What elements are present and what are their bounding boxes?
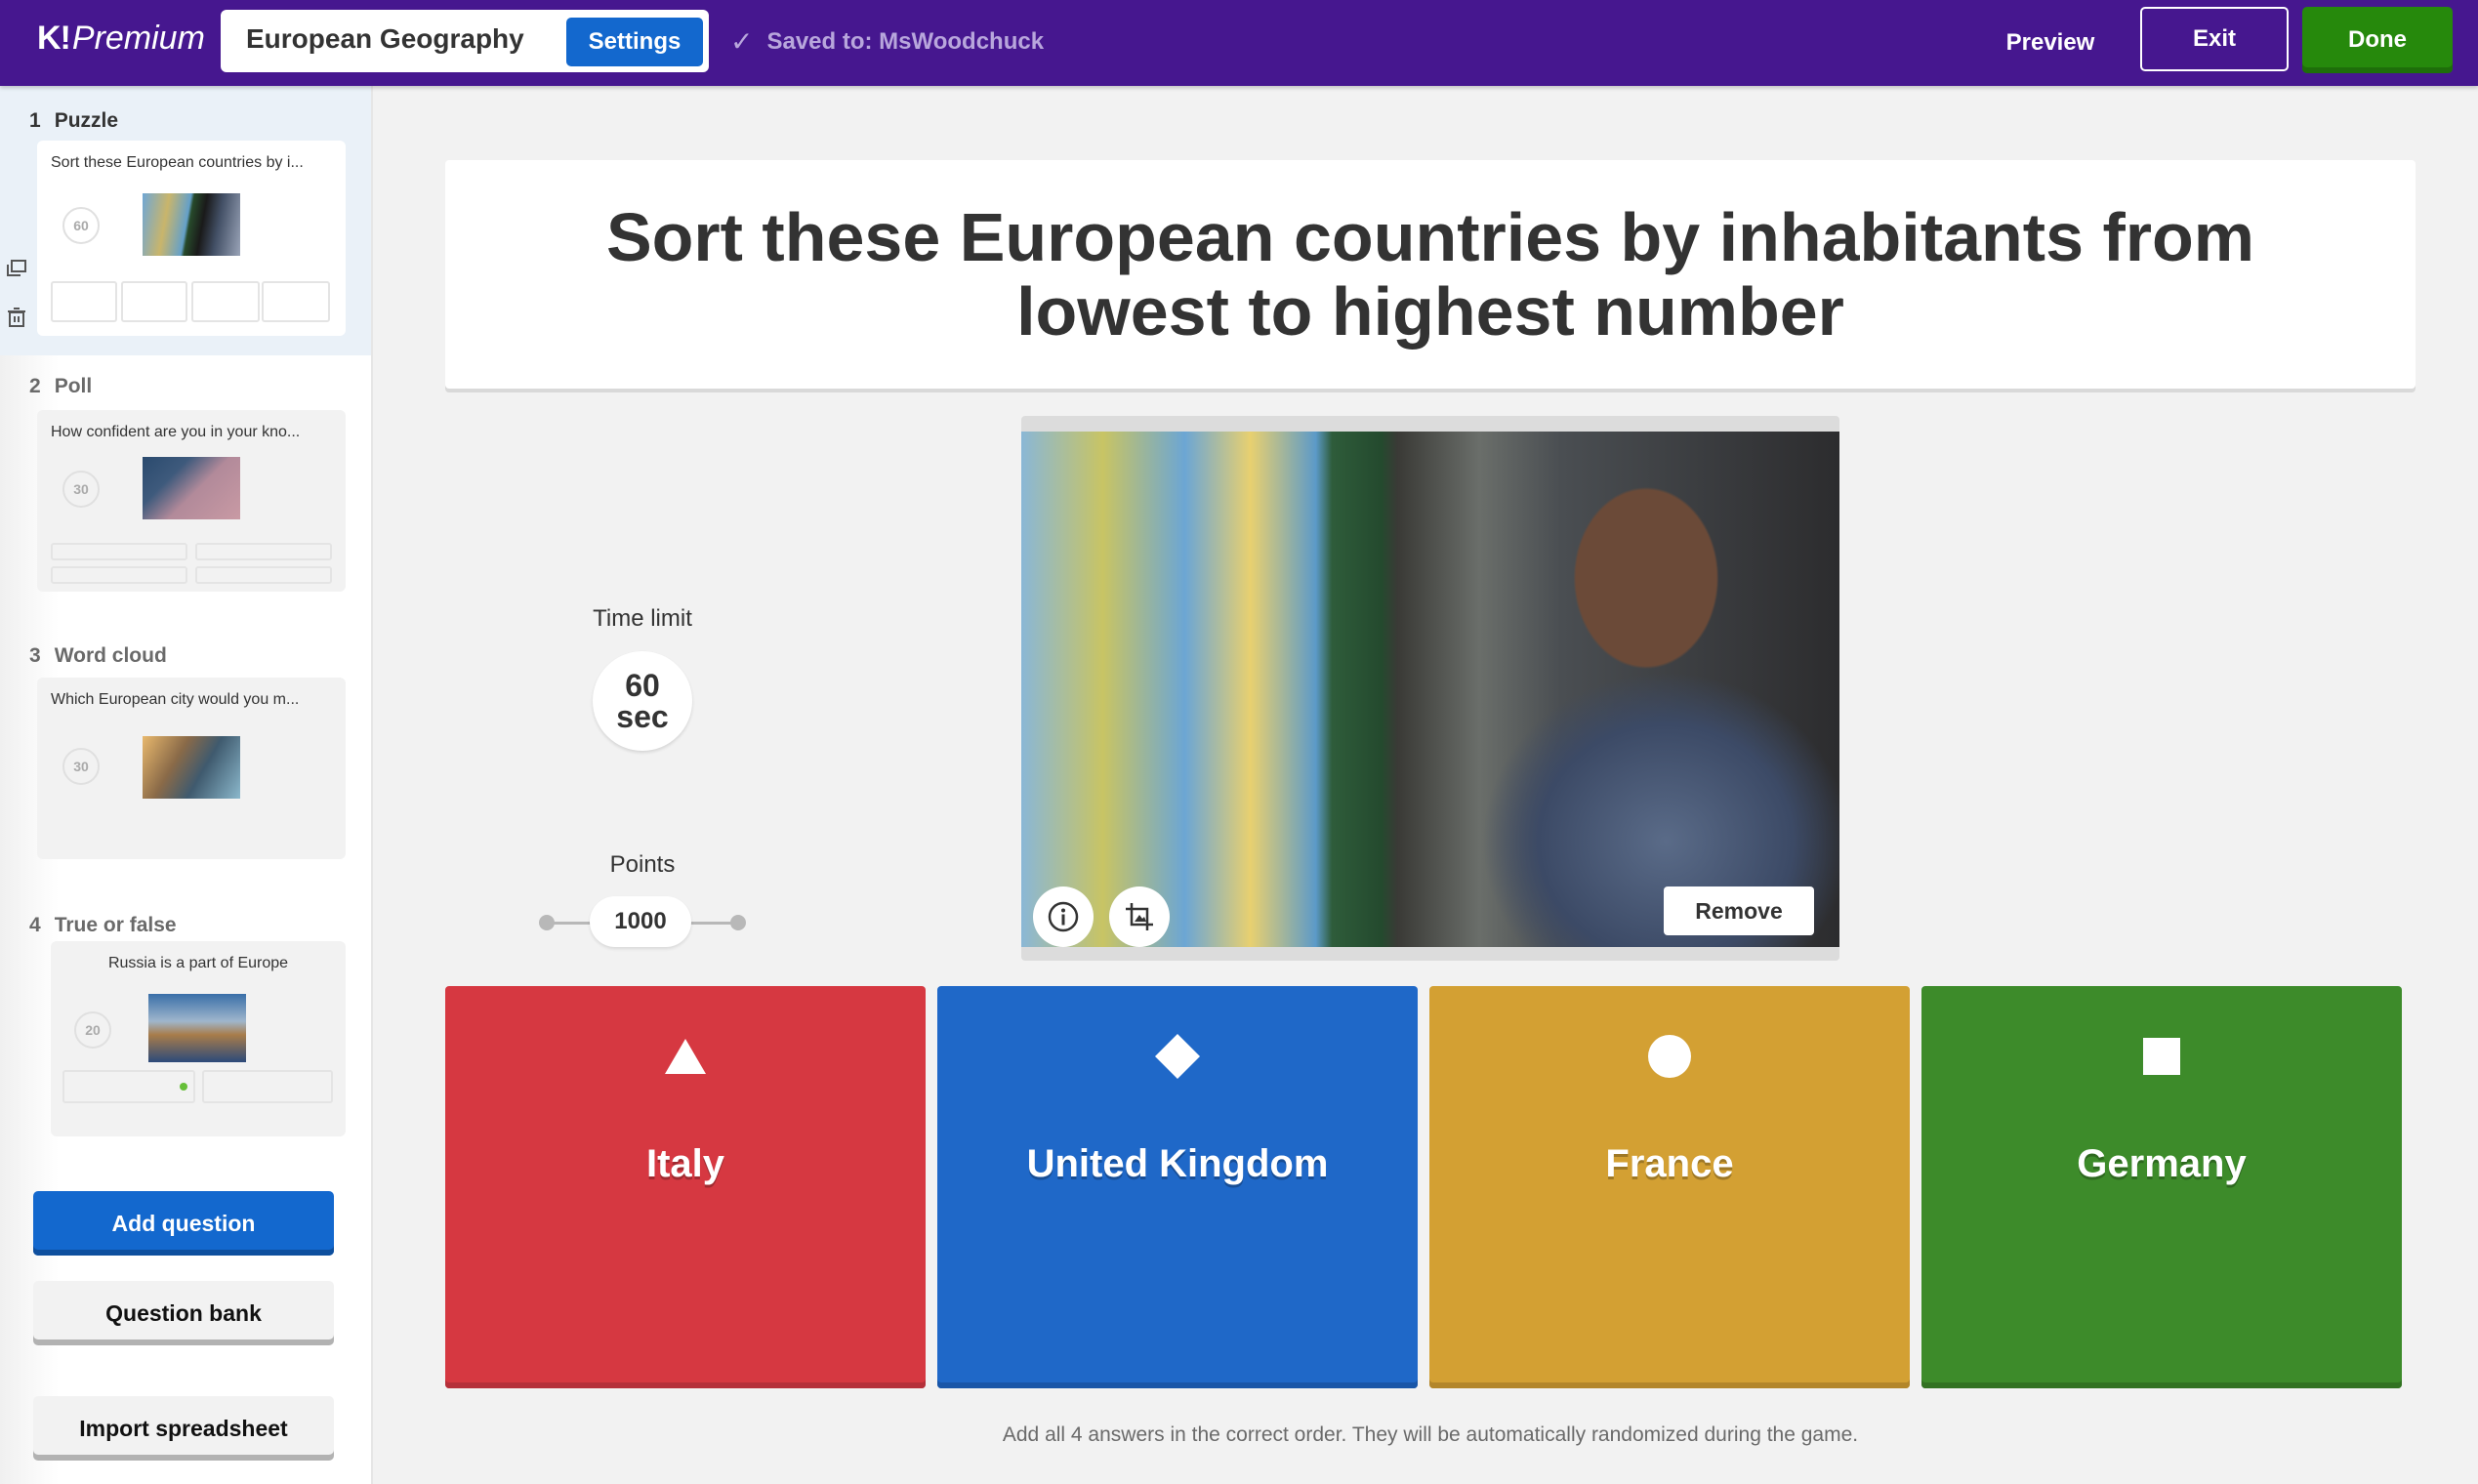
save-status: ✓ Saved to: MsWoodchuck [730,25,1044,58]
question-label: 4 True or false [29,914,177,937]
answer-card-1[interactable]: Italy [445,986,926,1388]
question-list-sidebar: 1 Puzzle Sort these European countries b… [0,86,373,1484]
square-icon [2138,1033,2185,1080]
answer-slot [51,566,187,584]
time-limit-selector[interactable]: 60 sec [593,651,692,751]
question-title-field[interactable]: Sort these European countries by inhabit… [445,160,2416,389]
points-min-stop[interactable] [539,915,555,930]
circle-icon [1646,1033,1693,1080]
question-thumbnail [148,994,246,1062]
saved-text: Saved to: MsWoodchuck [766,27,1045,55]
question-card[interactable]: Which European city would you m... 30 [37,678,346,859]
answer-card-4[interactable]: Germany [1921,986,2402,1388]
question-label: 3 Word cloud [29,644,167,668]
correct-indicator [180,1083,187,1091]
time-limit-value: 60 [625,668,660,703]
question-image [1021,432,1839,947]
triangle-icon [662,1033,709,1080]
points-label: Points [609,851,676,878]
top-bar: K! Premium European Geography Settings ✓… [0,0,2478,86]
points-max-stop[interactable] [730,915,746,930]
image-crop-button[interactable] [1109,886,1170,947]
question-card[interactable]: How confident are you in your kno... 30 [37,410,346,592]
answer-hint: Add all 4 answers in the correct order. … [1002,1423,1859,1446]
question-type: True or false [54,914,177,936]
answer-text[interactable]: France [1605,1142,1733,1186]
question-label: 2 Poll [29,375,92,398]
answer-card-3[interactable]: France [1429,986,1910,1388]
done-button[interactable]: Done [2302,7,2453,73]
remove-image-button[interactable]: Remove [1664,886,1814,935]
answer-slot [191,281,260,322]
time-limit-label: Time limit [593,605,692,632]
duplicate-icon[interactable] [6,258,27,279]
answer-slot [51,543,187,560]
question-number: 1 [29,109,41,132]
exit-button[interactable]: Exit [2140,7,2289,71]
question-type: Poll [54,375,93,397]
question-item-1[interactable]: 1 Puzzle Sort these European countries b… [0,86,371,355]
check-icon: ✓ [730,26,754,57]
info-icon [1048,901,1079,932]
settings-button[interactable]: Settings [566,18,703,66]
answer-text[interactable]: Germany [2077,1142,2246,1186]
answer-slot [51,281,117,322]
question-text: Russia is a part of Europe [107,955,289,971]
false-answer-slot [202,1070,333,1103]
import-spreadsheet-button[interactable]: Import spreadsheet [33,1396,334,1461]
answer-text[interactable]: Italy [646,1142,724,1186]
question-thumbnail [143,193,240,256]
question-type: Word cloud [54,644,167,667]
question-number: 2 [29,375,41,397]
question-card[interactable]: Sort these European countries by i... 60 [37,141,346,336]
question-bank-button[interactable]: Question bank [33,1281,334,1345]
preview-button[interactable]: Preview [1982,18,2119,68]
kahoot-title[interactable]: European Geography [246,23,524,55]
question-thumbnail [143,736,240,799]
crop-icon [1126,903,1153,930]
points-value-handle[interactable]: 1000 [590,896,691,947]
answer-slot [195,543,332,560]
answer-card-2[interactable]: United Kingdom [937,986,1418,1388]
question-type: Puzzle [54,109,119,132]
true-answer-slot [62,1070,195,1103]
question-number: 4 [29,914,41,936]
question-item-4[interactable]: 4 True or false Russia is a part of Euro… [0,914,371,1138]
delete-icon[interactable] [6,307,27,328]
question-title[interactable]: Sort these European countries by inhabit… [504,200,2357,349]
time-badge: 20 [74,1011,111,1049]
time-badge: 30 [62,471,100,508]
question-item-3[interactable]: 3 Word cloud Which European city would y… [0,644,371,898]
question-thumbnail [143,457,240,519]
question-card[interactable]: Russia is a part of Europe 20 [51,941,346,1136]
logo-k: K! [37,20,71,57]
question-label: 1 Puzzle [29,109,118,133]
question-text: Sort these European countries by i... [51,154,304,171]
time-limit-unit: sec [616,699,669,734]
diamond-icon [1154,1033,1201,1080]
kahoot-title-field[interactable]: European Geography Settings [221,10,709,72]
time-badge: 30 [62,748,100,785]
answer-text[interactable]: United Kingdom [1027,1142,1329,1186]
time-badge: 60 [62,207,100,244]
question-text: How confident are you in your kno... [51,424,301,440]
image-info-button[interactable] [1033,886,1094,947]
logo-premium: Premium [71,20,205,57]
answer-slot [121,281,187,322]
question-number: 3 [29,644,41,667]
kahoot-premium-logo[interactable]: K! Premium [37,20,205,64]
answer-slot [262,281,330,322]
answer-slot [195,566,332,584]
add-question-button[interactable]: Add question [33,1191,334,1256]
question-item-2[interactable]: 2 Poll How confident are you in your kno… [0,375,371,629]
question-text: Which European city would you m... [51,691,300,708]
